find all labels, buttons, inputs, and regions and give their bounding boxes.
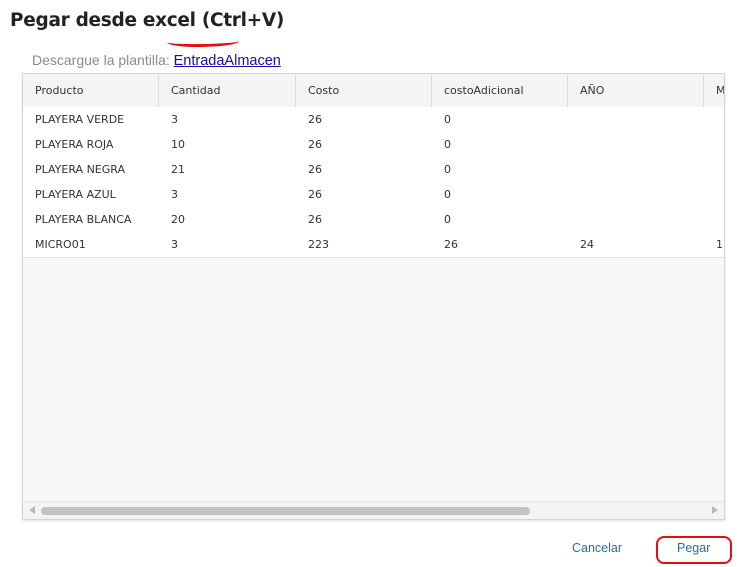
table-cell: 3 xyxy=(171,188,178,201)
table-cell xyxy=(568,207,704,232)
template-download-link[interactable]: EntradaAlmacen xyxy=(174,53,281,69)
scroll-right-arrow-icon[interactable] xyxy=(712,506,718,514)
table-cell: 26 xyxy=(308,113,322,126)
table-cell: PLAYERA VERDE xyxy=(35,113,125,126)
table-cell: PLAYERA BLANCA xyxy=(35,213,132,226)
table-cell xyxy=(704,207,724,232)
table-cell xyxy=(704,182,724,207)
table-cell: 0 xyxy=(444,138,451,151)
table-cell xyxy=(568,107,704,132)
table-cell: 26 xyxy=(308,188,322,201)
table-cell: MICRO01 xyxy=(35,238,86,251)
table-cell: 20 xyxy=(171,213,185,226)
column-header-costo[interactable]: Costo xyxy=(296,74,432,107)
table-cell: 26 xyxy=(308,163,322,176)
table-row[interactable]: PLAYERA AZUL 3 26 0 xyxy=(23,182,724,208)
table-row[interactable]: MICRO01 3 223 26 24 1 xyxy=(23,232,724,258)
table-row[interactable]: PLAYERA ROJA 10 26 0 xyxy=(23,132,724,158)
table-row[interactable]: PLAYERA VERDE 3 26 0 xyxy=(23,107,724,133)
table-cell: 0 xyxy=(444,213,451,226)
table-cell: 21 xyxy=(171,163,185,176)
red-underline-annotation xyxy=(166,37,240,48)
shortcut-hint: (Ctrl+V) xyxy=(201,10,285,31)
table-cell: 0 xyxy=(444,188,451,201)
table-cell: 10 xyxy=(171,138,185,151)
table-row[interactable]: PLAYERA BLANCA 20 26 0 xyxy=(23,207,724,233)
table-cell: 26 xyxy=(308,138,322,151)
table-cell xyxy=(704,132,724,157)
column-header-ano[interactable]: AÑO xyxy=(568,74,704,107)
scrollbar-thumb[interactable] xyxy=(41,507,530,515)
column-header-producto[interactable]: Producto xyxy=(23,74,159,107)
paste-button[interactable]: Pegar xyxy=(677,541,710,555)
dialog-title-text: Pegar desde excel xyxy=(10,10,196,31)
table-cell: PLAYERA AZUL xyxy=(35,188,116,201)
table-cell: 3 xyxy=(171,238,178,251)
horizontal-scrollbar[interactable] xyxy=(23,501,724,519)
table-cell: 3 xyxy=(171,113,178,126)
table-cell xyxy=(704,107,724,132)
template-download-line: Descargue la plantilla: EntradaAlmacen xyxy=(32,52,281,69)
table-cell: PLAYERA ROJA xyxy=(35,138,114,151)
scroll-left-arrow-icon[interactable] xyxy=(29,506,35,514)
table-cell xyxy=(568,182,704,207)
table-cell: PLAYERA NEGRA xyxy=(35,163,125,176)
table-cell: 1 xyxy=(716,238,723,251)
table-row[interactable]: PLAYERA NEGRA 21 26 0 xyxy=(23,157,724,183)
column-header-costo-adicional[interactable]: costoAdicional xyxy=(432,74,568,107)
paste-grid: Producto Cantidad Costo costoAdicional A… xyxy=(22,73,725,520)
table-cell: 0 xyxy=(444,163,451,176)
table-cell xyxy=(704,157,724,182)
table-cell: 26 xyxy=(308,213,322,226)
table-cell xyxy=(568,157,704,182)
template-prefix: Descargue la plantilla: xyxy=(32,52,170,68)
table-cell: 223 xyxy=(308,238,329,251)
column-header-truncated[interactable]: M xyxy=(704,74,724,107)
table-cell: 0 xyxy=(444,113,451,126)
table-cell xyxy=(568,132,704,157)
grid-header: Producto Cantidad Costo costoAdicional A… xyxy=(23,74,724,108)
column-header-cantidad[interactable]: Cantidad xyxy=(159,74,296,107)
table-cell: 24 xyxy=(580,238,594,251)
cancel-button[interactable]: Cancelar xyxy=(572,541,622,555)
table-cell: 26 xyxy=(444,238,458,251)
dialog-title: Pegar desde excel (Ctrl+V) xyxy=(10,10,284,31)
